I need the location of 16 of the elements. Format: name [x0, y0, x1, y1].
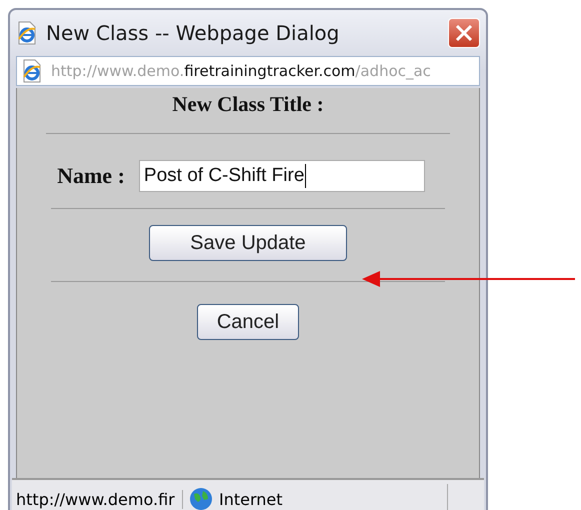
close-icon	[455, 24, 473, 42]
address-field[interactable]: http://www.demo.firetrainingtracker.com/adhoc_ac	[16, 56, 480, 86]
form-heading: New Class Title :	[172, 92, 324, 117]
text-caret	[305, 164, 306, 188]
address-text: http://www.demo.firetrainingtracker.com/adhoc_ac	[51, 62, 431, 80]
save-update-button[interactable]: Save Update	[149, 225, 347, 261]
close-button[interactable]	[448, 18, 480, 48]
window-title: New Class -- Webpage Dialog	[46, 21, 340, 45]
status-url: http://www.demo.fir	[12, 490, 183, 508]
browser-icon	[21, 59, 43, 83]
browser-icon	[16, 21, 38, 45]
globe-icon	[189, 487, 213, 510]
name-field[interactable]: Post of C-Shift Fire	[138, 160, 425, 192]
name-label: Name :	[57, 163, 125, 189]
zone-label: Internet	[219, 490, 284, 508]
cancel-button[interactable]: Cancel	[197, 304, 299, 340]
